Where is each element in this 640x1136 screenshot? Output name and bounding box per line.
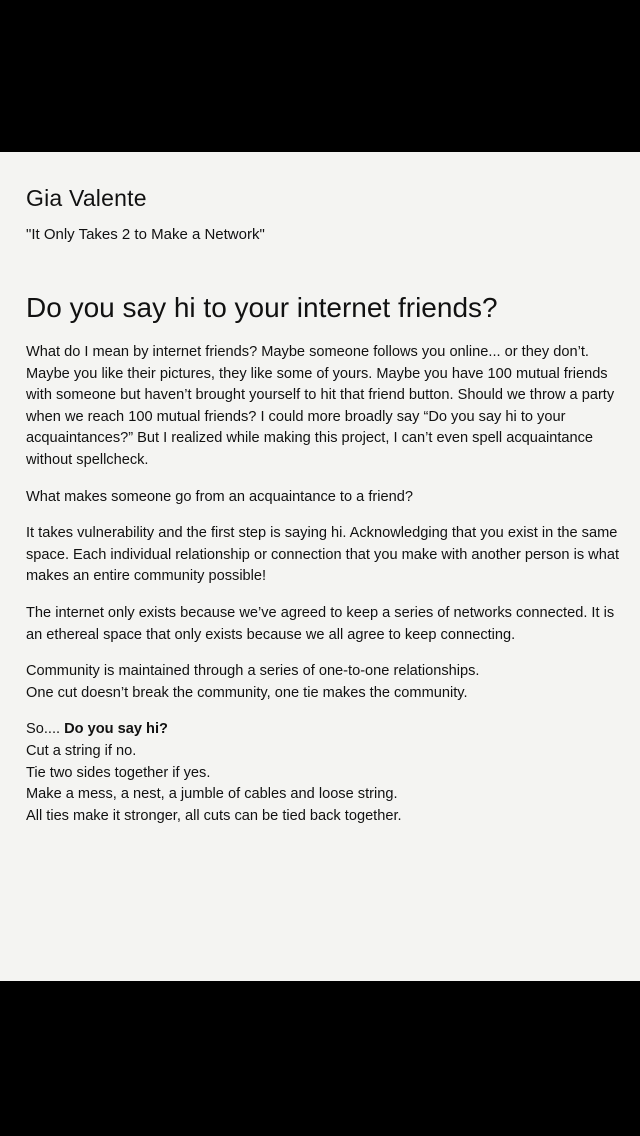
community-line: Community is maintained through a series… bbox=[26, 663, 480, 680]
closing-question-line: So.... Do you say hi? bbox=[26, 719, 620, 741]
paragraph-community: Community is maintained through a series… bbox=[26, 661, 620, 704]
closing-line: Cut a string if no. bbox=[26, 742, 137, 759]
community-line: One cut doesn’t break the community, one… bbox=[26, 684, 468, 701]
bottom-black-bar bbox=[0, 981, 640, 1136]
closing-line: Tie two sides together if yes. bbox=[26, 764, 211, 781]
artwork-title: "It Only Takes 2 to Make a Network" bbox=[26, 226, 265, 243]
artist-name: Gia Valente bbox=[26, 185, 147, 211]
placard-headline: Do you say hi to your internet friends? bbox=[26, 292, 498, 323]
closing-line: All ties make it stronger, all cuts can … bbox=[26, 807, 402, 824]
paragraph-vulnerability: It takes vulnerability and the first ste… bbox=[26, 525, 620, 585]
placard-body: What do I mean by internet friends? Mayb… bbox=[26, 342, 620, 827]
paragraph-closing: So.... Do you say hi? Cut a string if no… bbox=[26, 719, 620, 827]
paragraph-acquaintance-question: What makes someone go from an acquaintan… bbox=[26, 488, 413, 505]
artwork-placard: Gia Valente "It Only Takes 2 to Make a N… bbox=[0, 152, 640, 981]
closing-line: Make a mess, a nest, a jumble of cables … bbox=[26, 786, 398, 803]
closing-question: Do you say hi? bbox=[64, 721, 168, 738]
paragraph-internet-networks: The internet only exists because we’ve a… bbox=[26, 604, 615, 643]
paragraph-internet-friends: What do I mean by internet friends? Mayb… bbox=[26, 344, 615, 468]
closing-prefix: So.... bbox=[26, 721, 65, 738]
